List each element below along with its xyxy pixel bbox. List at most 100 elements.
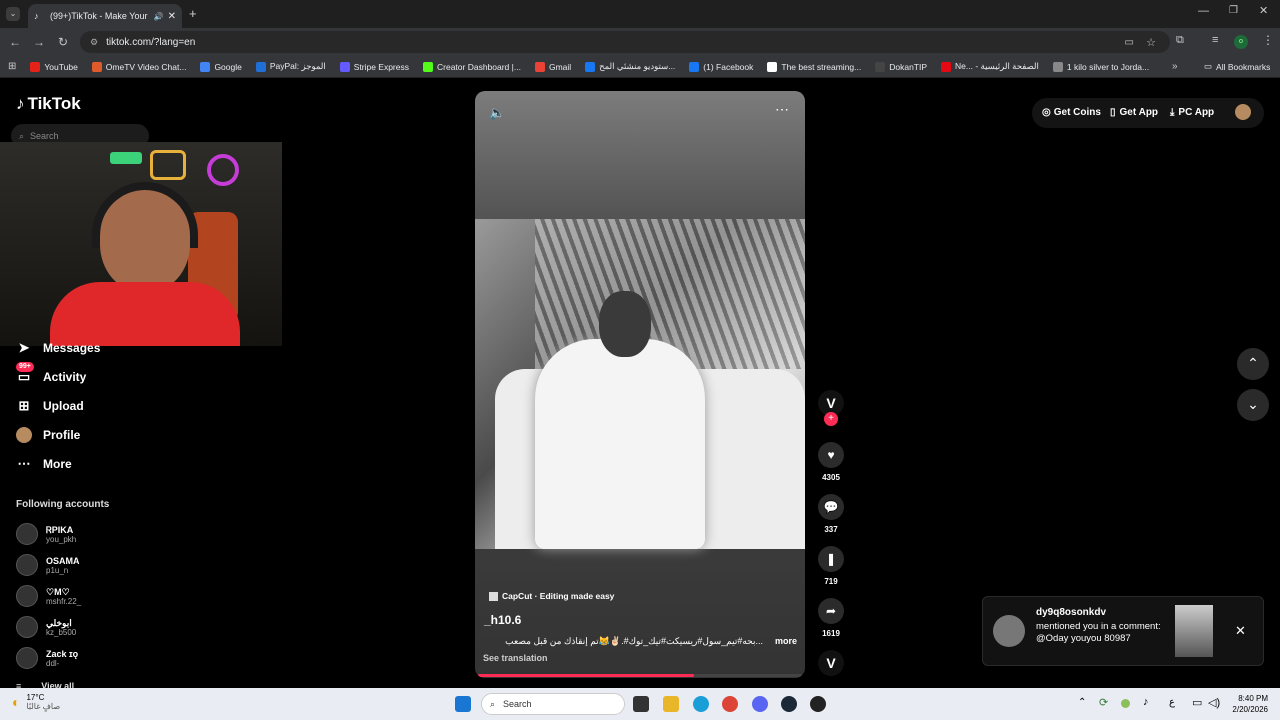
apps-grid-icon[interactable]: ⊞ <box>8 61 16 72</box>
save-action[interactable]: ❚ 719 <box>818 546 844 586</box>
video-more-icon[interactable]: ⋯ <box>775 101 789 118</box>
see-translation-link[interactable]: See translation <box>483 653 548 663</box>
obs-icon[interactable] <box>810 696 826 712</box>
folder-icon: ▭ <box>1204 61 1213 71</box>
bookmark-item[interactable]: Google <box>200 61 242 72</box>
reading-list-icon[interactable]: ≡ <box>1212 34 1218 46</box>
following-account[interactable]: ᏒPIKA you_pkh <box>16 523 76 545</box>
back-button[interactable]: ← <box>3 30 27 54</box>
next-video-button[interactable]: ⌄ <box>1237 389 1269 421</box>
speaker-icon[interactable]: 🔊 <box>154 12 164 21</box>
taskbar-search[interactable]: ⌕ Search <box>481 693 625 715</box>
site-info-icon[interactable]: ⚙ <box>90 37 98 48</box>
weather-widget[interactable]: ◐ 17°C صافٍ غالبًا <box>12 693 60 711</box>
tab-tiktok[interactable]: ♪ (99+)TikTok - Make Your Da 🔊 ✕ <box>28 4 182 28</box>
bookmark-item[interactable]: Stripe Express <box>339 61 409 72</box>
plus-square-icon: ⊞ <box>18 398 30 413</box>
creator-avatar[interactable]: V + <box>818 390 844 426</box>
forward-button[interactable]: → <box>27 30 51 54</box>
bookmark-item[interactable]: OmeTV Video Chat... <box>91 61 186 72</box>
network-icon[interactable]: ▭ <box>1192 696 1202 709</box>
sidebar-item-upload[interactable]: ⊞ Upload <box>16 398 84 414</box>
language-indicator[interactable]: ع <box>1169 697 1175 708</box>
file-explorer-icon[interactable] <box>663 696 679 712</box>
share-icon: ➦ <box>818 598 844 624</box>
bookmark-favicon-icon <box>91 61 102 72</box>
start-button[interactable] <box>455 696 471 712</box>
tray-overflow-icon[interactable]: ⌃ <box>1078 697 1086 708</box>
share-action[interactable]: ➦ 1619 <box>818 598 844 638</box>
cast-icon[interactable]: ▭ <box>1125 37 1134 48</box>
previous-video-button[interactable]: ⌃ <box>1237 348 1269 380</box>
mute-icon[interactable]: 🔈 <box>489 105 505 121</box>
get-app-button[interactable]: ▯ Get App <box>1110 98 1158 126</box>
all-bookmarks[interactable]: ▭ All Bookmarks <box>1204 61 1270 72</box>
extensions-icon[interactable]: ⧉ <box>1176 34 1184 47</box>
bookmarks-bar: ⊞ YouTube OmeTV Video Chat... Google PayPal… <box>0 56 1280 78</box>
mention-notification[interactable]: dy9q8osonkdv mentioned you in a comment:… <box>982 596 1264 666</box>
sound-disc[interactable]: V <box>818 650 844 676</box>
clock[interactable]: 8:40 PM 2/20/2026 <box>1228 693 1268 715</box>
bookmark-item[interactable]: YouTube <box>30 61 78 72</box>
avatar-icon <box>16 427 32 443</box>
menu-kebab-icon[interactable]: ⋮ <box>1262 33 1274 47</box>
following-account[interactable]: Zack ɪǫ ddl- <box>16 647 78 669</box>
following-account[interactable]: ابوخلي kz_b500 <box>16 616 76 638</box>
close-tab-icon[interactable]: ✕ <box>168 11 176 22</box>
bookmark-item[interactable]: The best streaming... <box>767 61 861 72</box>
coin-icon: ◎ <box>1042 106 1051 118</box>
bookmark-item[interactable]: Creator Dashboard |... <box>423 61 521 72</box>
following-account[interactable]: ♡M♡ mshfr.22_ <box>16 585 81 607</box>
comment-icon: 💬 <box>818 494 844 520</box>
bookmark-item[interactable]: (1) Facebook <box>689 61 753 72</box>
tiktok-logo[interactable]: ♪ TikTok <box>16 94 81 114</box>
reload-button[interactable]: ↻ <box>51 30 75 54</box>
bookmark-favicon-icon <box>200 61 211 72</box>
status-dot-icon[interactable] <box>1121 699 1130 708</box>
close-window-button[interactable]: ✕ <box>1259 4 1268 17</box>
follow-plus-icon[interactable]: + <box>824 412 838 426</box>
task-view-icon[interactable] <box>633 696 649 712</box>
steam-icon[interactable] <box>781 696 797 712</box>
more-caption-button[interactable]: more <box>775 636 797 647</box>
sync-icon[interactable]: ⟳ <box>1099 696 1108 709</box>
bookmark-item[interactable]: DokanTIP <box>875 61 927 72</box>
edge-icon[interactable] <box>693 696 709 712</box>
get-coins-button[interactable]: ◎ Get Coins <box>1042 98 1101 126</box>
header-avatar[interactable] <box>1235 104 1251 120</box>
volume-icon[interactable]: ◁) <box>1208 696 1220 709</box>
comment-action[interactable]: 💬 337 <box>818 494 844 534</box>
minimize-button[interactable]: — <box>1198 5 1209 17</box>
notification-close-icon[interactable]: ✕ <box>1235 623 1246 639</box>
notification-thumbnail <box>1175 605 1213 657</box>
like-count: 4305 <box>822 473 840 482</box>
bookmark-favicon-icon <box>941 61 952 72</box>
bookmark-item[interactable]: 1 kilo silver to Jorda... <box>1052 61 1149 72</box>
discord-icon[interactable] <box>752 696 768 712</box>
video-player[interactable]: 🔈 ⋯ CapCut · Editing made easy _h10.6 ..… <box>475 91 805 678</box>
more-bookmarks-icon[interactable]: » <box>1172 61 1178 72</box>
like-action[interactable]: ♥ 4305 <box>818 442 844 482</box>
bookmark-item[interactable]: ستوديو منشئي المح... <box>585 61 675 72</box>
video-author[interactable]: _h10.6 <box>484 613 521 627</box>
mic-icon[interactable]: ♪ <box>1143 696 1149 708</box>
bookmark-item[interactable]: Ne... - الصفحة الرئيسية <box>941 61 1039 72</box>
bookmark-favicon-icon <box>423 61 433 72</box>
capcut-tag[interactable]: CapCut · Editing made easy <box>489 591 614 601</box>
bookmark-item[interactable]: PayPal: الموجز <box>255 61 326 72</box>
video-progress-track[interactable] <box>478 674 802 677</box>
bookmark-star-icon[interactable]: ☆ <box>1146 36 1156 49</box>
chrome-icon[interactable] <box>722 696 738 712</box>
sidebar-item-profile[interactable]: Profile <box>16 427 80 443</box>
profile-avatar[interactable]: o <box>1234 35 1248 49</box>
pc-app-button[interactable]: ⤓ PC App <box>1170 98 1214 126</box>
restore-button[interactable]: ❐ <box>1229 5 1238 16</box>
bookmark-item[interactable]: Gmail <box>534 61 571 72</box>
following-account[interactable]: OSAMA p1u_n <box>16 554 80 576</box>
sidebar-item-activity[interactable]: ▭ Activity 99+ <box>16 362 86 385</box>
sidebar-item-more[interactable]: ⋯ More <box>16 456 72 472</box>
new-tab-button[interactable]: + <box>189 6 197 21</box>
address-bar[interactable]: ⚙ tiktok.com/?lang=en ▭ ☆ <box>80 31 1170 53</box>
tab-search-button[interactable]: ⌄ <box>6 7 20 21</box>
sidebar-item-messages[interactable]: ➤ Messages <box>16 340 101 356</box>
